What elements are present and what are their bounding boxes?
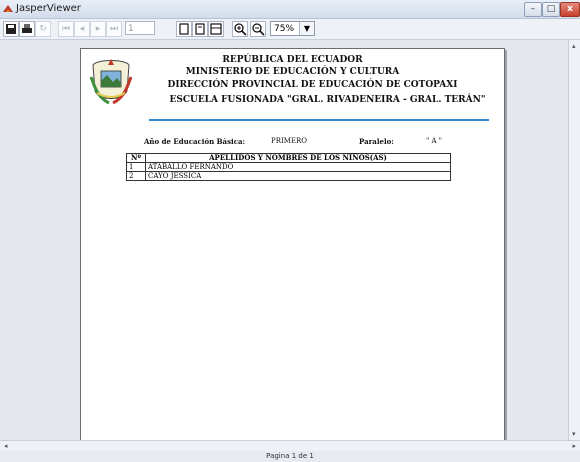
- zoom-value: 75%: [274, 24, 295, 34]
- table-row: 1 ATABALLO FERNANDO: [126, 162, 451, 172]
- zoom-select[interactable]: 75% ▼: [270, 21, 315, 36]
- table-header-row: Nº APELLIDOS Y NOMBRES DE LOS NIÑOS(AS): [126, 153, 451, 163]
- parallel-label: Paralelo:: [359, 137, 394, 146]
- chevron-down-icon[interactable]: ▼: [299, 22, 314, 35]
- window-title: JasperViewer: [16, 3, 81, 14]
- save-icon[interactable]: [3, 21, 19, 37]
- header-line-3: DIRECCIÓN PROVINCIAL DE EDUCACIÓN DE COT…: [167, 80, 458, 90]
- scroll-left-icon[interactable]: ◂: [4, 442, 8, 450]
- actual-size-icon[interactable]: [176, 21, 192, 37]
- parallel-value: " A ": [426, 137, 442, 145]
- header-divider: [149, 119, 489, 121]
- prev-page-icon[interactable]: ◂: [74, 21, 90, 37]
- header-line-1: REPÚBLICA DEL ECUADOR: [222, 55, 363, 65]
- next-page-icon[interactable]: ▸: [90, 21, 106, 37]
- toolbar: ↻ ⏮ ◂ ▸ ⏭ 1 75% ▼: [0, 19, 580, 40]
- java-icon: [3, 5, 13, 12]
- fit-width-icon[interactable]: [208, 21, 224, 37]
- scroll-down-icon[interactable]: ▾: [572, 430, 576, 438]
- row-number: 2: [126, 171, 146, 181]
- scroll-right-icon[interactable]: ▸: [572, 442, 576, 450]
- zoom-in-icon[interactable]: [232, 21, 248, 37]
- page-status: Pagina 1 de 1: [266, 452, 314, 460]
- row-name: ATABALLO FERNANDO: [145, 162, 451, 172]
- students-table: Nº APELLIDOS Y NOMBRES DE LOS NIÑOS(AS) …: [126, 153, 451, 181]
- page-number-input[interactable]: 1: [125, 21, 155, 35]
- scroll-up-icon[interactable]: ▴: [572, 42, 576, 50]
- header-line-2: MINISTERIO DE EDUCACIÓN Y CULTURA: [185, 67, 400, 77]
- grade-label: Año de Educación Básica:: [144, 137, 246, 146]
- close-button[interactable]: x: [560, 2, 580, 17]
- column-header-number: Nº: [126, 153, 146, 163]
- row-name: CAYO JESSICA: [145, 171, 451, 181]
- reload-icon[interactable]: ↻: [35, 21, 51, 37]
- status-bar: Pagina 1 de 1: [0, 451, 580, 462]
- report-page: REPÚBLICA DEL ECUADOR MINISTERIO DE EDUC…: [80, 48, 505, 442]
- report-viewer: REPÚBLICA DEL ECUADOR MINISTERIO DE EDUC…: [0, 40, 568, 442]
- minimize-button[interactable]: –: [524, 2, 542, 17]
- title-bar: JasperViewer – □ x: [0, 0, 580, 19]
- maximize-button[interactable]: □: [542, 2, 560, 17]
- vertical-scrollbar[interactable]: ▴ ▾: [568, 40, 580, 440]
- column-header-names: APELLIDOS Y NOMBRES DE LOS NIÑOS(AS): [145, 153, 451, 163]
- last-page-icon[interactable]: ⏭: [106, 21, 122, 37]
- grade-value: PRIMERO: [271, 137, 308, 145]
- print-icon[interactable]: [19, 21, 35, 37]
- zoom-out-icon[interactable]: [250, 21, 266, 37]
- fit-page-icon[interactable]: [192, 21, 208, 37]
- table-row: 2 CAYO JESSICA: [126, 171, 451, 181]
- header-line-4: ESCUELA FUSIONADA "GRAL. RIVADENEIRA - G…: [169, 95, 486, 105]
- row-number: 1: [126, 162, 146, 172]
- first-page-icon[interactable]: ⏮: [58, 21, 74, 37]
